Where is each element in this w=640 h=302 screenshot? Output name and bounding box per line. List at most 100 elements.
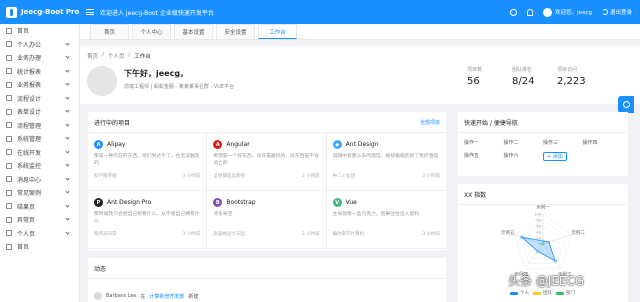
sidebar-item[interactable]: 个人办公 bbox=[0, 38, 79, 52]
legend-label: 团队 bbox=[543, 291, 552, 296]
chevron-down-icon bbox=[65, 95, 70, 100]
project-time: 3 小时前 bbox=[182, 232, 201, 237]
sidebar-item[interactable]: 在线开发 bbox=[0, 146, 79, 160]
project-team[interactable]: 全组都是吴彦祖 bbox=[213, 173, 245, 179]
chevron-down-icon bbox=[65, 149, 70, 154]
help-icon[interactable] bbox=[510, 8, 518, 16]
breadcrumb-separator: / bbox=[128, 52, 131, 58]
chevron-down-icon bbox=[65, 230, 70, 235]
app-logo[interactable]: Jeecg-Boot Pro bbox=[0, 0, 80, 24]
legend-item[interactable]: 个人 bbox=[510, 290, 529, 296]
project-card[interactable]: V Vue 生命就像一盒巧克力，结果往往出人意料 骗你来学计算机 3 小时前 bbox=[326, 191, 446, 249]
tab-bar: 首页 个人中心 基本设置 安全设置 工作台 bbox=[80, 24, 640, 40]
legend-item[interactable]: 团队 bbox=[533, 290, 552, 296]
sidebar-item[interactable]: 流程管理 bbox=[0, 119, 79, 133]
settings-drawer-button[interactable] bbox=[618, 96, 634, 113]
avatar bbox=[543, 7, 553, 17]
menu-toggle-icon[interactable] bbox=[86, 9, 94, 15]
sidebar-item[interactable]: 流程设计 bbox=[0, 92, 79, 106]
radar-point[interactable] bbox=[520, 235, 523, 239]
bell-icon[interactable] bbox=[527, 8, 534, 16]
projects-grid: A Alipay 那是一种内在的东西，他们到达不了，也无法触及的 科学搬砖组 3 小时前… bbox=[88, 133, 446, 249]
radar-axis-label: 示例五 bbox=[501, 229, 515, 236]
sidebar-item-label: 首页 bbox=[17, 28, 30, 36]
settings-icon bbox=[6, 135, 12, 142]
project-team[interactable]: 骗你来学计算机 bbox=[333, 231, 365, 237]
logout-button[interactable]: 退出登录 bbox=[601, 8, 632, 16]
project-name: Bootstrap bbox=[226, 199, 256, 206]
user-menu[interactable]: 欢迎您，jeecg bbox=[543, 7, 592, 17]
project-card[interactable]: B Bootstrap 凛冬将至 高逼格设计天团 3 小时前 bbox=[207, 191, 327, 249]
index-title: XX 指数 bbox=[464, 191, 487, 199]
sidebar-item[interactable]: 系统管理 bbox=[0, 132, 79, 146]
radar-point[interactable] bbox=[541, 239, 545, 243]
briefcase-icon bbox=[6, 54, 12, 61]
sidebar-item[interactable]: 统计报表 bbox=[0, 65, 79, 79]
tab[interactable]: 安全设置 bbox=[216, 24, 255, 39]
tab[interactable]: 首页 bbox=[90, 24, 129, 39]
project-name: Ant Design bbox=[345, 141, 379, 148]
legend-swatch bbox=[556, 291, 564, 295]
stat-value: 2,223 bbox=[557, 76, 586, 87]
sidebar-item[interactable]: 个人页 bbox=[0, 227, 79, 241]
stat-label: 项目访问 bbox=[557, 67, 578, 73]
project-description: 生命就像一盒巧克力，结果往往出人意料 bbox=[332, 212, 420, 217]
dynamic-target-link[interactable]: 计算新增开发部 bbox=[149, 293, 184, 300]
sidebar-item[interactable]: 常见案例 bbox=[0, 186, 79, 200]
quick-nav-item[interactable]: 操作三 bbox=[543, 139, 583, 146]
app-title: Jeecg-Boot Pro bbox=[21, 8, 80, 16]
legend-item[interactable]: 部门 bbox=[556, 290, 575, 296]
project-logo-icon: A bbox=[94, 140, 103, 149]
radar-tick-label: 60 bbox=[537, 225, 541, 229]
tab[interactable]: 工作台 bbox=[258, 24, 297, 39]
radar-point[interactable] bbox=[554, 259, 557, 263]
dynamics-card: 动态 Barbara Lee 在 计算新增开发部 新建 bbox=[88, 258, 446, 302]
quick-nav-item[interactable]: 操作二 bbox=[504, 139, 544, 146]
project-card[interactable]: A Angular 希望是一个好东西，也许是最好的，好东西是不会消亡的 全组都是吴彦祖… bbox=[207, 133, 327, 191]
sidebar-item[interactable]: 消息中心 bbox=[0, 173, 79, 187]
sidebar-item[interactable]: 首页 bbox=[0, 24, 79, 38]
stat-value: 56 bbox=[467, 76, 480, 87]
radar-axis-label: 示例二 bbox=[571, 229, 585, 236]
project-name: Ant Design Pro bbox=[107, 199, 152, 206]
project-team[interactable]: 中二少女团 bbox=[333, 173, 356, 179]
project-card[interactable]: A Alipay 那是一种内在的东西，他们到达不了，也无法触及的 科学搬砖组 3 小时前 bbox=[88, 133, 208, 191]
project-team[interactable]: 科学搬砖组 bbox=[94, 173, 117, 179]
sidebar-item[interactable]: 业务报表 bbox=[0, 78, 79, 92]
quick-nav-item[interactable]: 操作一 bbox=[464, 139, 504, 146]
radar-point[interactable] bbox=[547, 240, 551, 244]
breadcrumb-home[interactable]: 首页 bbox=[87, 52, 98, 60]
check-icon bbox=[6, 203, 12, 210]
sidebar-item-label: 在线开发 bbox=[17, 149, 42, 157]
tab[interactable]: 基本设置 bbox=[174, 24, 213, 39]
sidebar-item[interactable]: 异常页 bbox=[0, 213, 79, 227]
dynamic-tail: 新建 bbox=[188, 293, 199, 300]
project-time: 3 小时前 bbox=[422, 174, 440, 179]
sidebar-item[interactable]: 业务办理 bbox=[0, 51, 79, 65]
sidebar-item[interactable]: 表单设计 bbox=[0, 105, 79, 119]
radar-point[interactable] bbox=[541, 242, 545, 246]
form-icon bbox=[6, 108, 12, 115]
project-team[interactable]: 高逼格设计天团 bbox=[213, 231, 245, 237]
radar-point[interactable] bbox=[536, 249, 540, 253]
all-projects-link[interactable]: 全部项目 bbox=[420, 119, 440, 126]
message-icon bbox=[6, 176, 12, 183]
quick-nav-item[interactable]: 操作四 bbox=[583, 139, 623, 146]
sidebar-item[interactable]: 系统监控 bbox=[0, 159, 79, 173]
chevron-down-icon bbox=[65, 122, 70, 127]
avatar bbox=[94, 292, 102, 300]
legend-swatch bbox=[533, 291, 541, 295]
stat-label: 项目数 bbox=[467, 67, 483, 73]
sidebar-item[interactable]: 首页 bbox=[0, 240, 79, 254]
project-team[interactable]: 程序员日常 bbox=[94, 231, 117, 237]
project-card[interactable]: ◆ Ant Design 城镇中有那么多的酒馆，她却偏偏走进了我的酒馆 中二少女团 3 … bbox=[326, 133, 446, 191]
add-quick-nav-button[interactable]: + 添加 bbox=[543, 152, 567, 161]
sidebar-item[interactable]: 结果页 bbox=[0, 200, 79, 214]
quick-nav-item[interactable]: 操作六 bbox=[504, 152, 544, 161]
breadcrumb-personal[interactable]: 个人页 bbox=[108, 52, 125, 60]
project-card[interactable]: P Ant Design Pro 那时候我只会想自己想要什么，从不想自己拥有什么 程序… bbox=[88, 191, 208, 249]
chevron-down-icon bbox=[65, 203, 70, 208]
quick-nav-item[interactable]: 操作五 bbox=[464, 152, 504, 161]
tab[interactable]: 个人中心 bbox=[132, 24, 171, 39]
project-description: 那是一种内在的东西，他们到达不了，也无法触及的 bbox=[94, 154, 200, 166]
